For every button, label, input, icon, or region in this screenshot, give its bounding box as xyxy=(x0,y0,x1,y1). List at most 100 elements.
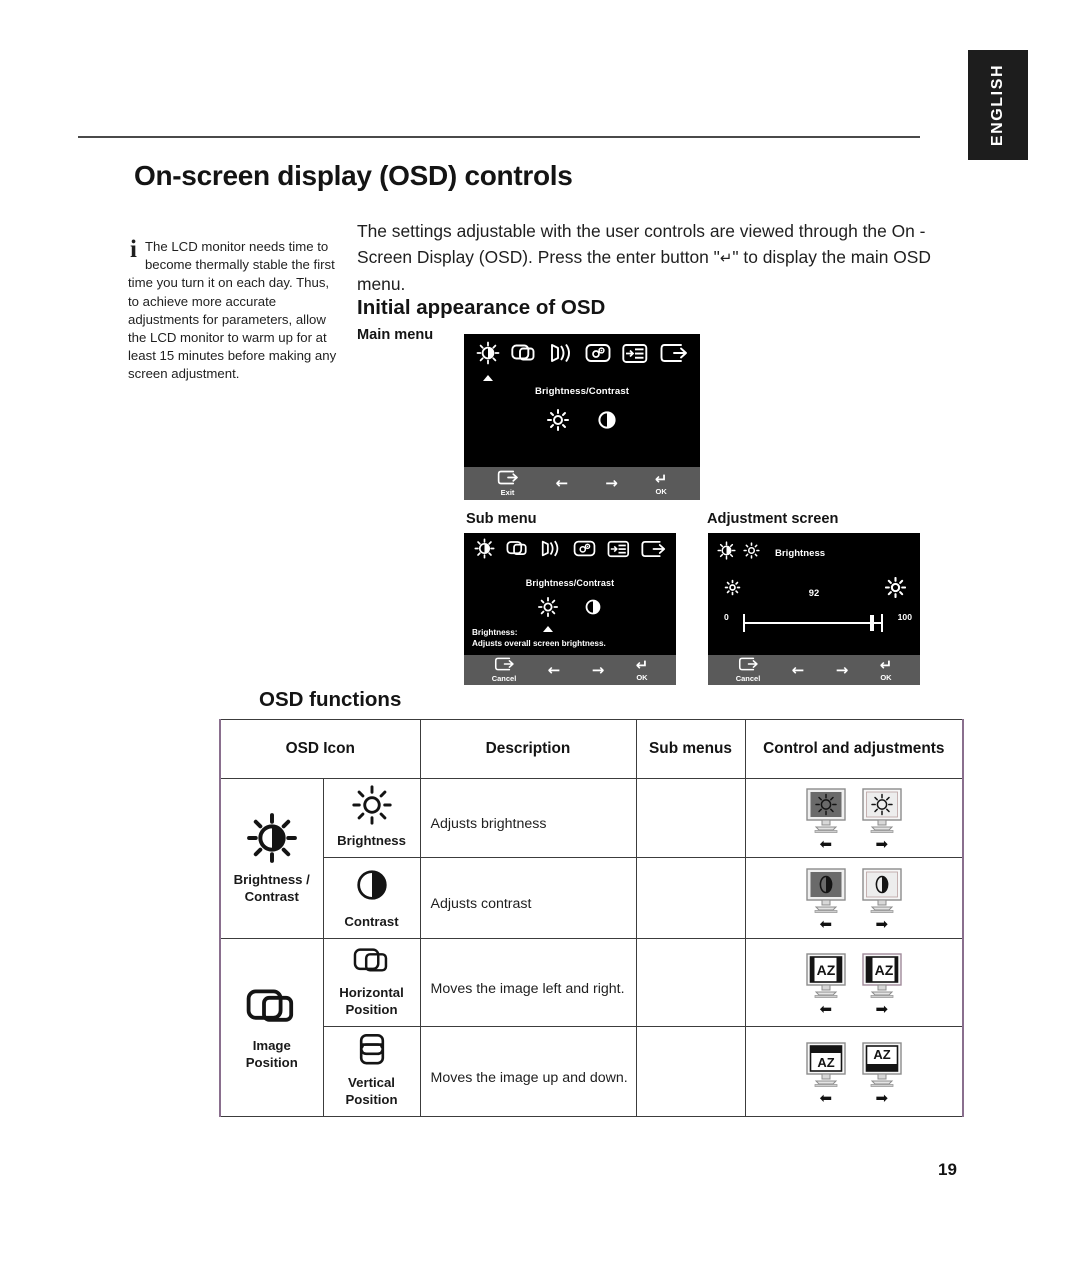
note-text: The LCD monitor needs time to become the… xyxy=(128,239,337,382)
right-arrow-icon: → xyxy=(835,660,849,679)
monitor-light-unit: ➡ xyxy=(861,867,903,933)
right-arrow-icon: → xyxy=(605,474,618,492)
sub-menus-cell-contrast xyxy=(635,857,746,939)
monitor-shift-right-unit: AZ ➡ xyxy=(861,952,903,1016)
control-cell-brightness: ⬅ ➡ xyxy=(744,778,965,858)
intro-paragraph: The settings adjustable with the user co… xyxy=(357,218,965,297)
right-arrow-icon: ➡ xyxy=(875,835,889,853)
osd-sub-sub-icons xyxy=(464,597,676,632)
image-properties-icon[interactable] xyxy=(573,539,596,563)
osd-adjustment-ok-label: OK xyxy=(880,673,892,682)
osd-sub-cancel-button[interactable]: Cancel xyxy=(491,657,517,683)
control-cell-vertical-position: AZ ⬅ AZ ➡ xyxy=(744,1026,965,1117)
osd-footer-ok-button[interactable]: ↵ OK xyxy=(655,471,668,496)
image-position-icon xyxy=(221,985,323,1033)
sub-label-line2: Position xyxy=(345,1002,398,1017)
osd-footer-ok-label: OK xyxy=(655,486,667,496)
header-divider xyxy=(78,136,920,138)
options-icon[interactable] xyxy=(607,540,630,563)
language-tab: ENGLISH xyxy=(968,50,1028,160)
main-menu-caption: Main menu xyxy=(357,327,434,343)
osd-sub-title: Brightness/Contrast xyxy=(525,578,615,588)
exit-icon[interactable] xyxy=(641,540,666,563)
osd-footer-exit-label: Exit xyxy=(500,488,515,497)
image-position-icon[interactable] xyxy=(511,342,537,369)
table-row: Contrast Adjusts contrast ⬅ ➡ xyxy=(220,857,965,939)
svg-text:AZ: AZ xyxy=(816,962,835,978)
osd-sub-left-button[interactable]: ← xyxy=(548,662,561,678)
horizontal-position-icon xyxy=(324,945,420,981)
right-arrow-icon: ➡ xyxy=(875,1088,889,1107)
svg-text:AZ: AZ xyxy=(817,1055,834,1070)
monitor-vertical-pair: AZ ⬅ AZ ➡ xyxy=(746,1041,963,1105)
sub-menus-cell-vertical-position xyxy=(635,1026,746,1117)
contrast-halfmoon-icon[interactable] xyxy=(597,409,617,436)
options-icon[interactable] xyxy=(622,343,648,369)
sub-menus-cell-horizontal-position xyxy=(635,938,746,1027)
osd-sub-right-button[interactable]: → xyxy=(592,662,605,678)
osd-sub-ok-button[interactable]: ↵ OK xyxy=(636,658,649,683)
monitor-shift-up-unit: AZ ➡ xyxy=(861,1041,903,1105)
left-arrow-icon: ⬅ xyxy=(819,999,833,1018)
osd-adjustment-slider-knob[interactable] xyxy=(870,615,874,631)
category-cell-brightness-contrast: Brightness / Contrast xyxy=(219,778,324,939)
brightness-sun-icon[interactable] xyxy=(743,542,760,564)
category-label-line1: Image xyxy=(252,1037,291,1053)
sub-cell-vertical-position: Vertical Position xyxy=(322,1026,421,1117)
osd-adjustment-panel: Brightness 92 0 100 Cancel ← → ↵ OK xyxy=(708,533,920,685)
column-header-description: Description xyxy=(419,719,637,779)
column-header-control: Control and adjustments xyxy=(744,719,965,779)
adjustment-screen-caption: Adjustment screen xyxy=(707,511,839,527)
category-label-line2: Position xyxy=(245,1054,298,1070)
right-arrow-icon: ➡ xyxy=(875,915,889,933)
sub-label-line1: Horizontal xyxy=(339,985,404,1000)
sub-menus-cell-brightness xyxy=(635,778,746,858)
osd-main-title: Brightness/Contrast xyxy=(534,386,630,397)
brightness-contrast-icon[interactable] xyxy=(717,541,736,565)
brightness-sun-icon[interactable] xyxy=(547,409,569,436)
monitor-brightness-pair: ⬅ ➡ xyxy=(746,787,963,853)
osd-adjustment-ok-button[interactable]: ↵ OK xyxy=(880,658,893,683)
osd-sub-description-line2: Adjusts overall screen brightness. xyxy=(472,638,606,648)
image-position-icon[interactable] xyxy=(506,539,529,563)
contrast-halfmoon-icon[interactable] xyxy=(584,597,602,622)
osd-adjustment-max: 100 xyxy=(897,612,912,622)
osd-adjustment-header: Brightness xyxy=(708,533,920,565)
osd-adjustment-left-button[interactable]: ← xyxy=(792,662,805,678)
osd-sub-icon-bar xyxy=(464,533,676,564)
svg-text:AZ: AZ xyxy=(874,962,893,978)
osd-main-icon-bar xyxy=(464,334,700,381)
brightness-sun-icon[interactable] xyxy=(538,597,558,632)
note-block: i The LCD monitor needs time to become th… xyxy=(128,236,340,384)
left-arrow-icon: ⬅ xyxy=(819,835,833,853)
selection-caret-icon xyxy=(482,375,493,381)
svg-text:AZ: AZ xyxy=(873,1047,890,1062)
brightness-high-icon xyxy=(884,576,907,603)
image-setup-icon[interactable] xyxy=(549,342,573,369)
osd-sub-description: Brightness: Adjusts overall screen brigh… xyxy=(472,628,606,649)
osd-main-menu-panel: Brightness/Contrast Exit ← → ↵ OK xyxy=(464,334,700,500)
osd-footer-left-button[interactable]: ← xyxy=(556,476,569,491)
left-arrow-icon: ← xyxy=(555,474,569,492)
sub-label-line2: Position xyxy=(345,1092,398,1107)
image-setup-icon[interactable] xyxy=(540,539,561,563)
monitor-dark-unit: ⬅ xyxy=(805,787,847,853)
sub-menu-caption: Sub menu xyxy=(466,511,537,527)
osd-adjustment-right-button[interactable]: → xyxy=(835,660,849,679)
sub-cell-contrast: Contrast xyxy=(322,857,421,939)
osd-adjustment-slider-track[interactable] xyxy=(744,622,882,624)
osd-sub-cancel-label: Cancel xyxy=(491,674,517,683)
osd-footer-exit-button[interactable]: Exit xyxy=(497,470,519,497)
monitor-light-unit: ➡ xyxy=(861,787,903,853)
image-properties-icon[interactable] xyxy=(585,342,611,369)
osd-adjustment-cancel-button[interactable]: Cancel xyxy=(736,657,760,683)
osd-sub-ok-label: OK xyxy=(636,673,648,682)
exit-icon[interactable] xyxy=(660,343,688,368)
info-icon: i xyxy=(130,236,137,263)
osd-footer-right-button[interactable]: → xyxy=(605,476,618,491)
description-cell-horizontal-position: Moves the image left and right. xyxy=(419,938,637,1027)
vertical-position-icon xyxy=(324,1033,420,1071)
table-row: Vertical Position Moves the image up and… xyxy=(220,1026,965,1117)
brightness-contrast-icon[interactable] xyxy=(476,341,500,381)
brightness-contrast-icon[interactable] xyxy=(474,538,495,564)
